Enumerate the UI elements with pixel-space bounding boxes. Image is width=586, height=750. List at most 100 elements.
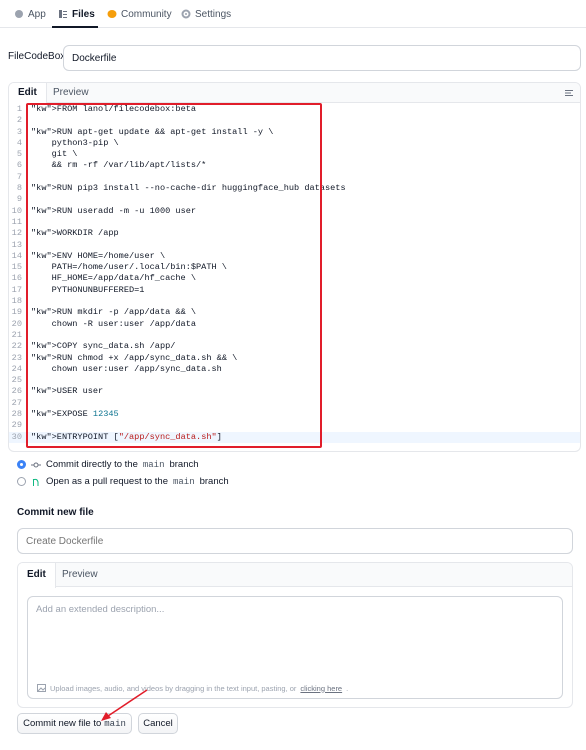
pull-request-text: Open as a pull request to the (46, 476, 168, 487)
commit-title: Commit new file (17, 507, 94, 518)
code-line[interactable]: 29 (9, 420, 580, 431)
line-number: 5 (16, 149, 22, 160)
line-text: python3-pip \ (31, 137, 119, 148)
line-number: 21 (11, 329, 22, 340)
code-line[interactable]: 28 "kw">EXPOSE 12345 (9, 409, 580, 420)
line-number: 15 (11, 262, 22, 273)
wrap-lines-icon[interactable] (564, 88, 574, 98)
line-number: 9 (16, 194, 22, 205)
code-line[interactable]: 8 "kw">RUN pip3 install --no-cache-dir hu… (9, 183, 580, 194)
cancel-button[interactable]: Cancel (138, 713, 178, 734)
desc-tab-edit[interactable]: Edit (18, 563, 56, 588)
line-text: HF_HOME=/app/data/hf_cache \ (31, 273, 197, 284)
code-line[interactable]: 2 (9, 115, 580, 126)
pull-request-radio[interactable] (17, 477, 26, 486)
line-number: 18 (11, 296, 22, 307)
desc-tab-preview[interactable]: Preview (53, 563, 107, 587)
tab-edit[interactable]: Edit (9, 83, 47, 104)
code-line[interactable]: 6 && rm -rf /var/lib/apt/lists/* (9, 160, 580, 171)
code-line[interactable]: 4 python3-pip \ (9, 138, 580, 149)
code-line[interactable]: 18 (9, 296, 580, 307)
code-line[interactable]: 20 chown -R user:user /app/data (9, 319, 580, 330)
tab-settings[interactable]: Settings (181, 4, 231, 24)
code-line[interactable]: 15 PATH=/home/user/.local/bin:$PATH \ (9, 262, 580, 273)
tab-files[interactable]: Files (58, 4, 95, 24)
code-line[interactable]: 23 "kw">RUN chmod +x /app/sync_data.sh &&… (9, 353, 580, 364)
code-line[interactable]: 3 "kw">RUN apt-get update && apt-get inst… (9, 127, 580, 138)
code-line[interactable]: 30 "kw">ENTRYPOINT ["/app/sync_data.sh"] (9, 431, 580, 443)
repo-tabs: App Files Community Settings (0, 0, 586, 28)
code-line[interactable]: 5 git \ (9, 149, 580, 160)
line-text: "kw">RUN pip3 install --no-cache-dir hug… (31, 183, 346, 194)
code-line[interactable]: 16 HF_HOME=/app/data/hf_cache \ (9, 273, 580, 284)
gear-icon (181, 9, 191, 19)
line-text: "kw">RUN apt-get update && apt-get insta… (31, 126, 274, 137)
code-line[interactable]: 7 (9, 172, 580, 183)
code-line[interactable]: 27 (9, 398, 580, 409)
line-text: "kw">USER user (31, 386, 104, 397)
tab-community-label: Community (121, 8, 172, 20)
code-line[interactable]: 19 "kw">RUN mkdir -p /app/data && \ (9, 307, 580, 318)
line-number: 28 (11, 409, 22, 420)
line-number: 10 (11, 205, 22, 216)
line-number: 20 (11, 318, 22, 329)
code-line[interactable]: 17 PYTHONUNBUFFERED=1 (9, 285, 580, 296)
code-line[interactable]: 9 (9, 194, 580, 205)
tab-app[interactable]: App (14, 4, 46, 24)
community-icon (107, 9, 117, 19)
commit-button-branch: main (104, 718, 126, 729)
line-number: 12 (11, 228, 22, 239)
description-textarea[interactable]: Add an extended description... Upload im… (27, 596, 563, 699)
upload-link[interactable]: clicking here (300, 684, 342, 693)
commit-icon (31, 460, 41, 470)
line-number: 23 (11, 352, 22, 363)
commit-direct-option[interactable]: Commit directly to the main branch (17, 459, 199, 470)
code-line[interactable]: 11 (9, 217, 580, 228)
line-text: "kw">COPY sync_data.sh /app/ (31, 341, 176, 352)
commit-direct-text-end: branch (169, 459, 199, 470)
app-icon (14, 9, 24, 19)
commit-direct-radio[interactable] (17, 460, 26, 469)
filename-input[interactable] (63, 45, 581, 71)
pull-request-branch: main (173, 476, 195, 487)
line-text: chown -R user:user /app/data (31, 318, 197, 329)
files-icon (58, 9, 68, 19)
line-number: 16 (11, 273, 22, 284)
commit-direct-branch: main (142, 459, 165, 470)
code-lines[interactable]: 1 "kw">FROM lanol/filecodebox:beta 2 3 "kw">… (9, 104, 580, 443)
line-number: 6 (16, 160, 22, 171)
line-text: "kw">RUN mkdir -p /app/data && \ (31, 307, 197, 318)
line-number: 25 (11, 375, 22, 386)
line-number: 14 (11, 250, 22, 261)
code-line[interactable]: 24 chown user:user /app/sync_data.sh (9, 364, 580, 375)
line-number: 17 (11, 284, 22, 295)
tab-app-label: App (28, 8, 46, 20)
commit-button-label: Commit new file to (23, 718, 102, 729)
commit-summary-input[interactable] (17, 528, 573, 554)
line-text: "kw">RUN useradd -m -u 1000 user (31, 205, 197, 216)
line-number: 2 (16, 115, 22, 126)
editor-tabs: Edit Preview (9, 83, 580, 104)
code-line[interactable]: 1 "kw">FROM lanol/filecodebox:beta (9, 104, 580, 115)
code-editor: Edit Preview 1 "kw">FROM lanol/filecodebo… (8, 82, 581, 452)
code-line[interactable]: 22 "kw">COPY sync_data.sh /app/ (9, 341, 580, 352)
code-line[interactable]: 12 "kw">WORKDIR /app (9, 228, 580, 239)
code-line[interactable]: 25 (9, 375, 580, 386)
upload-hint: Upload images, audio, and videos by drag… (36, 683, 348, 693)
line-text: "kw">EXPOSE 12345 (31, 409, 119, 420)
pull-request-icon (31, 477, 41, 487)
upload-hint-text: Upload images, audio, and videos by drag… (50, 683, 297, 693)
line-number: 26 (11, 386, 22, 397)
code-line[interactable]: 13 (9, 240, 580, 251)
code-line[interactable]: 26 "kw">USER user (9, 386, 580, 397)
tab-preview[interactable]: Preview (44, 83, 98, 103)
image-icon (36, 683, 46, 693)
code-line[interactable]: 21 (9, 330, 580, 341)
code-line[interactable]: 10 "kw">RUN useradd -m -u 1000 user (9, 206, 580, 217)
code-line[interactable]: 14 "kw">ENV HOME=/home/user \ (9, 251, 580, 262)
pull-request-option[interactable]: Open as a pull request to the main branc… (17, 476, 229, 487)
commit-button[interactable]: Commit new file to main (17, 713, 132, 734)
line-text: chown user:user /app/sync_data.sh (31, 363, 222, 374)
tab-community[interactable]: Community (107, 4, 172, 24)
line-number: 29 (11, 420, 22, 431)
